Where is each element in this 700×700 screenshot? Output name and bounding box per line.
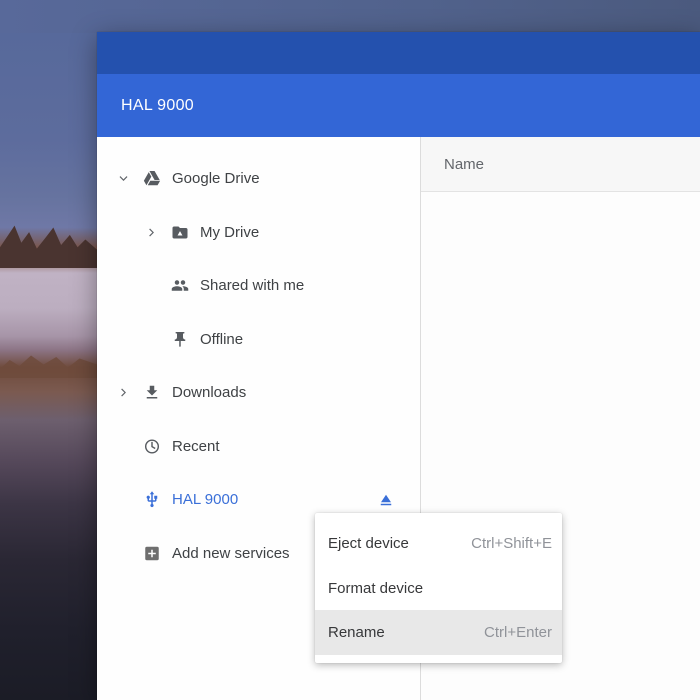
download-icon xyxy=(143,383,161,403)
google-drive-icon xyxy=(143,169,161,189)
sidebar-item-shared-with-me[interactable]: Shared with me xyxy=(97,259,420,313)
sidebar-item-label: Add new services xyxy=(172,544,290,562)
window-title: HAL 9000 xyxy=(121,96,194,114)
sidebar-item-downloads[interactable]: Downloads xyxy=(97,366,420,420)
sidebar-item-google-drive[interactable]: Google Drive xyxy=(97,152,420,206)
sidebar-item-offline[interactable]: Offline xyxy=(97,313,420,367)
window-titlebar[interactable] xyxy=(97,32,700,74)
sidebar-item-label: Google Drive xyxy=(172,170,260,188)
eject-button[interactable] xyxy=(377,491,395,509)
pin-icon xyxy=(171,329,189,349)
screen: HAL 9000 Google Drive My Drive Shared wi… xyxy=(0,0,700,700)
sidebar-item-label: Recent xyxy=(172,437,220,455)
chevron-right-icon[interactable] xyxy=(139,220,163,244)
app-header: HAL 9000 xyxy=(97,74,700,137)
drive-folder-icon xyxy=(171,222,189,242)
sidebar-item-my-drive[interactable]: My Drive xyxy=(97,206,420,260)
chevron-right-icon[interactable] xyxy=(111,381,135,405)
context-menu-item-rename[interactable]: Rename Ctrl+Enter xyxy=(315,610,562,656)
eject-icon xyxy=(380,494,392,505)
wallpaper-sky xyxy=(0,0,700,33)
context-menu-item-eject-device[interactable]: Eject device Ctrl+Shift+E xyxy=(315,521,562,566)
sidebar-item-label: HAL 9000 xyxy=(172,491,239,509)
column-header-name[interactable]: Name xyxy=(444,156,484,173)
sidebar-item-label: Offline xyxy=(200,330,244,348)
people-icon xyxy=(171,276,189,296)
context-menu-item-format-device[interactable]: Format device xyxy=(315,566,562,611)
clock-icon xyxy=(143,436,161,456)
wallpaper-mountain-ridge xyxy=(0,225,97,268)
menu-item-shortcut: Ctrl+Shift+E xyxy=(471,534,552,552)
menu-item-label: Eject device xyxy=(328,534,409,552)
sidebar-item-label: My Drive xyxy=(200,223,260,241)
sidebar-item-label: Shared with me xyxy=(200,277,305,295)
usb-icon xyxy=(143,490,161,510)
menu-item-label: Rename xyxy=(328,624,385,642)
context-menu: Eject device Ctrl+Shift+E Format device … xyxy=(315,513,562,664)
sidebar-item-recent[interactable]: Recent xyxy=(97,420,420,474)
wallpaper-rock-band xyxy=(0,355,97,378)
sidebar-item-label: Downloads xyxy=(172,384,247,402)
menu-item-shortcut: Ctrl+Enter xyxy=(484,624,552,642)
chevron-down-icon[interactable] xyxy=(111,167,135,191)
column-header-row: Name xyxy=(421,137,700,192)
plus-square-icon xyxy=(143,543,161,563)
menu-item-label: Format device xyxy=(328,579,424,597)
